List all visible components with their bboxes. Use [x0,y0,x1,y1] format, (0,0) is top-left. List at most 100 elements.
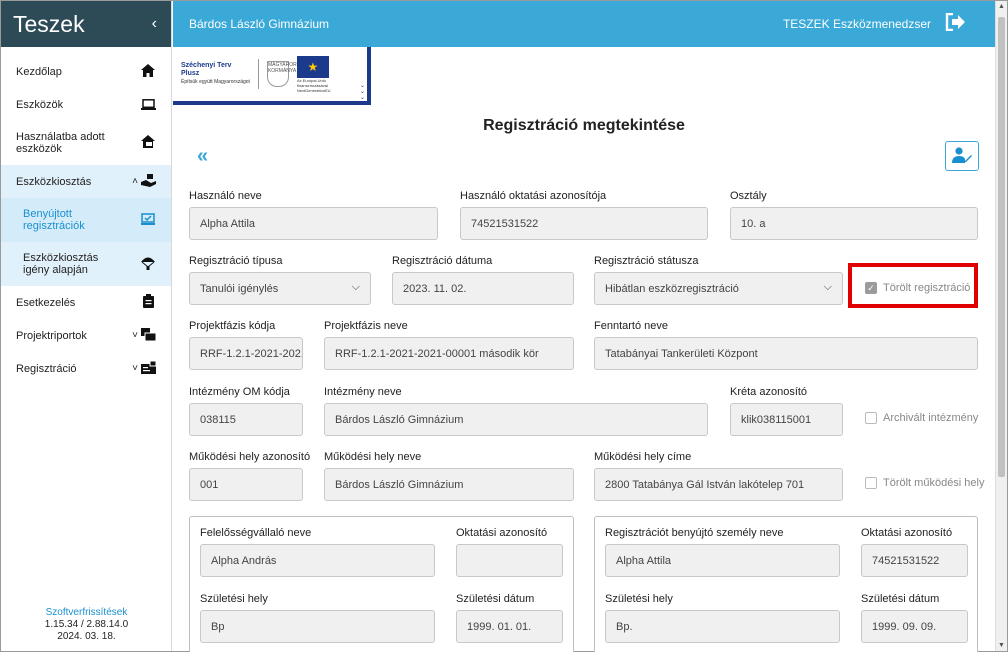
chevron-down-icon: ˅ [132,363,138,374]
version-text: 1.15.34 / 2.88.14.0 [44,619,129,630]
checkbox-unchecked-icon [865,477,877,489]
sidebar-item-kezdolap[interactable]: Kezdőlap [1,55,171,88]
sidebar-nav: Kezdőlap Eszközök Használatba adott eszk… [1,55,171,385]
sidebar-item-eszkozkiosztas[interactable]: Eszközkiosztás ˄ [1,165,171,198]
archived-institution-checkbox[interactable]: Archivált intézmény [865,412,978,424]
user-edit-icon [952,146,972,166]
om-code-label: Intézmény OM kódja [189,386,290,398]
user-edu-id-label: Használó oktatási azonosítója [460,190,607,202]
responsible-birthplace-field[interactable]: Bp [200,610,435,643]
site-address-label: Működési hely címe [594,451,692,463]
sidebar-item-icons: ˅ [132,360,157,377]
reg-date-field[interactable]: 2023. 11. 02. [392,272,574,305]
chevron-down-icon: ⌵ [823,281,832,293]
scroll-up-arrow-icon[interactable]: ▲ [998,3,1005,10]
sidebar-item-label: Projektriportok [16,329,87,342]
double-chevron-left-icon[interactable]: « [197,145,208,168]
phase-name-label: Projektfázis neve [324,320,408,332]
responsible-name-label: Felelősségvállaló neve [200,527,312,539]
maintainer-field[interactable]: Tatabányai Tankerületi Központ [594,337,978,370]
sidebar-item-eszkozok[interactable]: Eszközök [1,88,171,121]
government-crest-icon: MAGYARORSZÁG KORMÁNYA [266,61,310,87]
archived-institution-label: Archivált intézmény [883,412,979,424]
kreta-field[interactable]: klik038115001 [730,403,843,436]
edit-user-button[interactable] [945,141,979,171]
chevron-up-icon: ˄ [132,176,138,187]
institution-label: Intézmény neve [324,386,402,398]
scrollbar-thumb[interactable] [998,17,1005,477]
site-id-field[interactable]: 001 [189,468,303,501]
responsible-edu-id-field[interactable] [456,544,563,577]
szechenyi-logo: Széchenyi Terv Plusz Építsük együtt Magy… [181,62,250,86]
sidebar-item-projektriportok[interactable]: Projektriportok ˅ [1,319,171,352]
submitter-birthplace-field[interactable]: Bp. [605,610,840,643]
site-name-field[interactable]: Bárdos László Gimnázium [324,468,574,501]
szechenyi-title: Széchenyi Terv [181,62,232,69]
submitter-name-label: Regisztrációt benyújtó személy neve [605,527,784,539]
sidebar-item-hasznalatba-adott[interactable]: Használatba adott eszközök [1,121,171,165]
reg-status-label: Regisztráció státusza [594,255,699,267]
eu-flag-icon: ★ [296,55,329,78]
phase-code-field[interactable]: RRF-1.2.1-2021-2021 [189,337,303,370]
sidebar-item-label: Kezdőlap [16,65,62,78]
reg-status-select[interactable]: Hibátlan eszközregisztráció ⌵ [594,272,843,305]
sidebar-item-esetkezeles[interactable]: Esetkezelés [1,286,171,319]
deleted-registration-label: Törölt regisztráció [883,282,971,294]
site-address-field[interactable]: 2800 Tatabánya Gál István lakótelep 701 [594,468,843,501]
submitter-name-field[interactable]: Alpha Attila [605,544,840,577]
sidebar-item-regisztracio[interactable]: Regisztráció ˅ [1,352,171,385]
app-title: Teszek [13,10,85,37]
register-icon [139,360,157,377]
user-name-label: Használó neve [189,190,262,202]
reg-type-value: Tanulói igénylés [200,282,279,295]
submitter-birthplace-label: Születési hely [605,593,673,605]
software-updates-link[interactable]: Szoftverfrissítések [1,607,172,619]
site-name-label: Működési hely neve [324,451,422,463]
user-name-field[interactable]: Alpha Attila [189,207,438,240]
om-code-field[interactable]: 038115 [189,403,303,436]
responsible-birthdate-field[interactable]: 1999. 01. 01. [456,610,563,643]
device-handover-icon [139,135,157,151]
szechenyi-subtitle: Építsük együtt Magyarországot [181,79,250,85]
logout-icon[interactable] [945,12,965,36]
sidebar-subitem-label: Benyújtott regisztrációk [23,208,85,232]
submitter-birthdate-field[interactable]: 1999. 09. 09. [861,610,968,643]
sidebar-item-icons: ˄ [132,173,157,190]
logo-divider [257,59,259,89]
sidebar-item-label: Használatba adott eszközök [16,131,105,155]
class-field[interactable]: 10. a [730,207,978,240]
top-bar-right: TESZEK Eszközmenedzser [783,12,965,36]
deleted-registration-checkbox[interactable]: ✓ Törölt regisztráció [865,282,970,294]
double-chevron-down-icon: ⌄ ⌄ ⌄ [359,83,365,101]
sidebar-item-label: Regisztráció [16,362,77,375]
sidebar-subitem-igeny-alapjan[interactable]: Eszközkiosztás igény alapján [1,242,171,286]
reg-date-label: Regisztráció dátuma [392,255,493,267]
submitter-edu-id-field[interactable]: 74521531522 [861,544,968,577]
sidebar-item-icons: ˅ [132,327,157,344]
sidebar-item-label: Esetkezelés [16,296,76,309]
responsible-name-field[interactable]: Alpha András [200,544,435,577]
hand-device-icon [139,173,157,190]
sidebar-subitem-benyujtott[interactable]: Benyújtott regisztrációk [1,198,171,242]
sidebar-header: Teszek ‹ [1,1,171,47]
release-date: 2024. 03. 18. [57,631,116,642]
top-bar: Bárdos László Gimnázium TESZEK Eszközmen… [173,1,995,47]
page-title: Regisztráció megtekintése [483,117,685,134]
scroll-down-arrow-icon[interactable]: ▼ [998,642,1005,649]
sidebar-item-label: Eszközök [16,98,64,111]
reg-status-value: Hibátlan eszközregisztráció [605,282,739,295]
clipboard-icon [139,294,157,311]
chevron-left-icon[interactable]: ‹ [152,15,157,33]
reg-type-select[interactable]: Tanulói igénylés ⌵ [189,272,371,305]
user-edu-id-field[interactable]: 74521531522 [460,207,708,240]
phase-name-field[interactable]: RRF-1.2.1-2021-2021-00001 második kör [324,337,574,370]
deleted-site-checkbox[interactable]: Törölt működési hely [865,477,985,489]
report-icon [139,327,157,344]
responsible-edu-id-label: Oktatási azonosító [456,527,548,539]
class-label: Osztály [730,190,767,202]
institution-field[interactable]: Bárdos László Gimnázium [324,403,708,436]
home-icon [139,63,157,80]
sidebar-item-label: Eszközkiosztás [16,175,92,188]
submitter-edu-id-label: Oktatási azonosító [861,527,953,539]
scrollbar[interactable]: ▲ ▼ [995,1,1007,651]
